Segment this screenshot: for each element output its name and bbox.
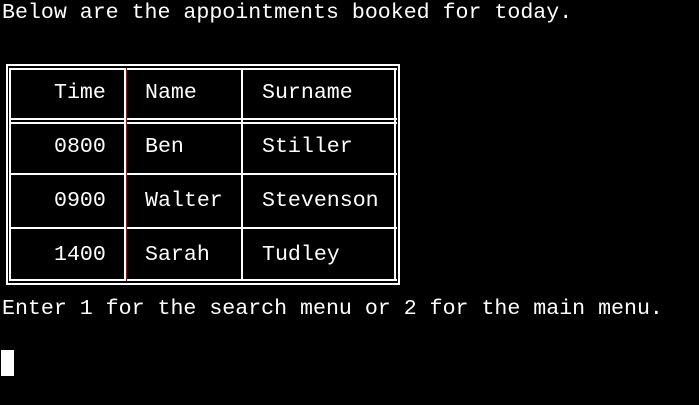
- cell-name: Walter: [145, 189, 223, 213]
- cell-surname: Stevenson: [262, 189, 379, 213]
- intro-text: Below are the appointments booked for to…: [2, 1, 573, 25]
- header-surname: Surname: [262, 81, 353, 105]
- cell-name: Ben: [145, 135, 184, 159]
- cell-name: Sarah: [145, 243, 210, 267]
- menu-prompt: Enter 1 for the search menu or 2 for the…: [2, 297, 663, 321]
- cell-surname: Tudley: [262, 243, 340, 267]
- header-name: Name: [145, 81, 197, 105]
- cell-time: 0900: [54, 189, 106, 213]
- header-time: Time: [54, 81, 106, 105]
- cell-surname: Stiller: [262, 135, 353, 159]
- terminal-cursor[interactable]: [1, 350, 14, 376]
- cell-time: 0800: [54, 135, 106, 159]
- cell-time: 1400: [54, 243, 106, 267]
